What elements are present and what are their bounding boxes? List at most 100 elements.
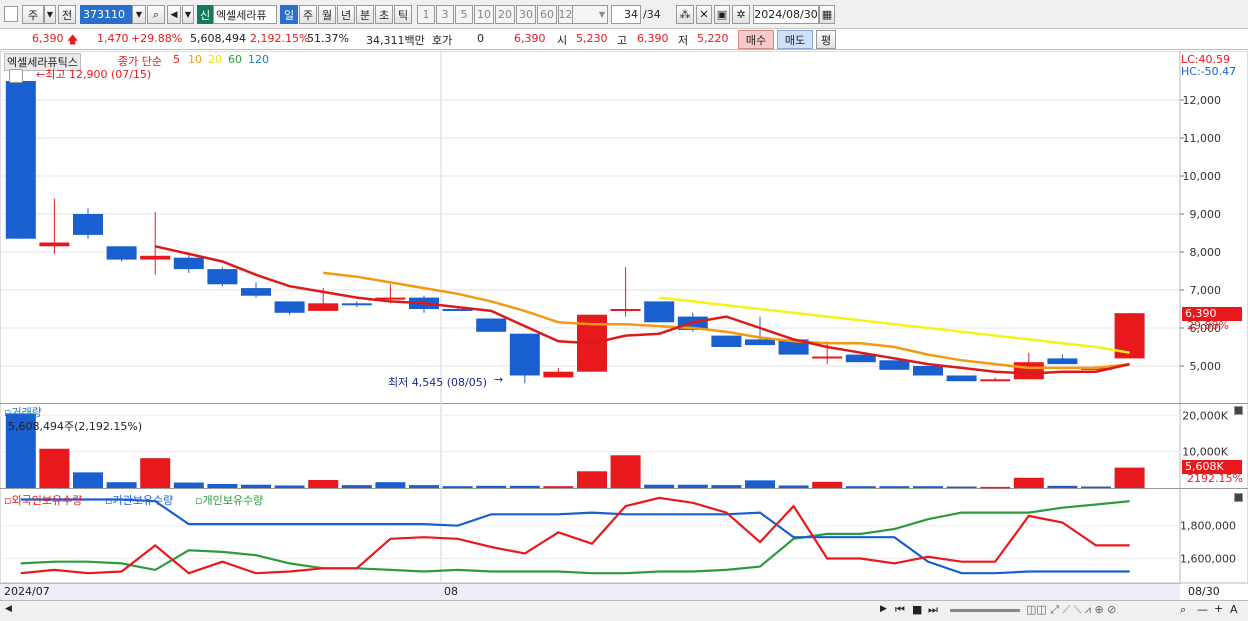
save-icon[interactable]: ▣ [714, 5, 730, 24]
price-tick-label: 11,000 [1183, 132, 1222, 145]
volume-bar [274, 485, 305, 488]
date-input[interactable]: 2024/08/30 [753, 5, 819, 24]
stock-name-field[interactable]: 엑셀세라퓨 [213, 5, 277, 24]
gear-icon[interactable]: ✲ [732, 5, 750, 24]
speaker-icon[interactable]: ◀ [167, 5, 181, 24]
last-icon[interactable]: ⏭ [928, 603, 938, 617]
period-tab[interactable]: 초 [375, 5, 393, 24]
period-tab[interactable]: 주 [299, 5, 317, 24]
first-icon[interactable]: ⏮ [895, 603, 905, 617]
volume-bar [1081, 486, 1111, 489]
x-axis-left: 2024/07 [4, 585, 50, 598]
stop-icon[interactable]: ■ [912, 603, 922, 616]
zoom-slider[interactable] [950, 609, 1020, 612]
volume-bar [879, 486, 910, 488]
zoom-search-icon[interactable]: ⌕ [1180, 603, 1186, 617]
candle-body [543, 371, 574, 378]
interval-tab-label: 3 [441, 8, 449, 21]
count-total: /34 [643, 8, 661, 21]
period-tab[interactable]: 분 [356, 5, 374, 24]
interval-tab-label: 1 [422, 8, 430, 21]
volume-bar [745, 480, 775, 488]
candle-body [509, 333, 540, 376]
volume-bar [980, 486, 1011, 489]
candle-body [1047, 358, 1078, 365]
legend-ma20: 20 [208, 53, 222, 66]
candle-body [913, 366, 943, 376]
candle-body [207, 269, 238, 285]
calendar-icon[interactable]: ▦ [819, 5, 835, 24]
grid-menu-icon[interactable] [9, 69, 23, 83]
period-tab-label: 년 [340, 8, 352, 22]
quote-bar: 6,390 🡅 1,470 +29.88% 5,608,494 2,192.15… [0, 29, 1248, 50]
period-tab[interactable]: 년 [337, 5, 355, 24]
holdings-tick-label: 1,600,000 [1180, 552, 1236, 565]
interval-select[interactable]: ▼ [572, 5, 608, 24]
sell-button[interactable]: 매도 [777, 30, 813, 49]
candle-body [644, 301, 675, 323]
buy-button[interactable]: 매수 [738, 30, 774, 49]
prev-button[interactable]: 전 [58, 5, 76, 24]
candle-body [106, 246, 137, 260]
legend-ma120: 120 [248, 53, 269, 66]
interval-tab[interactable]: 30 [516, 5, 536, 24]
candle-body [173, 257, 204, 270]
new-badge-text: 신 [199, 8, 211, 22]
price-tick-label: 12,000 [1183, 94, 1222, 107]
close-volume-panel-icon[interactable] [1234, 406, 1243, 415]
eval-button[interactable]: 평 [816, 30, 836, 49]
layout-icon[interactable] [4, 6, 18, 22]
volume-bar [845, 486, 876, 488]
quote-volume-pct: 2,192.15% [250, 32, 310, 45]
x-axis-right: 08/30 [1188, 585, 1220, 598]
interval-tab-label: 5 [460, 8, 468, 21]
tool-icon[interactable]: ⁂ [676, 5, 694, 24]
volume-bar [677, 484, 708, 488]
period-tab[interactable]: 틱 [394, 5, 412, 24]
stock-code-input[interactable]: 373110 [80, 5, 132, 24]
period-type-select[interactable]: 주 [22, 5, 44, 24]
scroll-right-icon[interactable]: ▶ [880, 604, 887, 614]
interval-tab[interactable]: 20 [495, 5, 515, 24]
low-arrow-icon: → [494, 373, 504, 386]
price-tick-label: 9,000 [1190, 208, 1222, 221]
up-arrow-icon: 🡅 [67, 33, 79, 46]
zoom-out-icon[interactable]: — [1197, 603, 1208, 616]
code-dropdown-icon[interactable]: ▼ [132, 5, 146, 24]
candle-body [39, 242, 70, 247]
low-note: 최저 4,545 (08/05) [388, 376, 488, 389]
interval-tab[interactable]: 10 [474, 5, 494, 24]
drawing-tools-icon[interactable]: ◫◫ ⤢ ⟋ ⟍ ⩘ ⊕ ⊘ [1026, 603, 1116, 617]
legend-ma60: 60 [228, 53, 242, 66]
volume-bar [509, 485, 540, 488]
font-size-icon[interactable]: A [1230, 603, 1238, 616]
volume-tick-label: 20,000K [1182, 409, 1228, 422]
volume-bar [140, 458, 171, 488]
low-value: 5,220 [697, 32, 729, 45]
interval-tab[interactable]: 3 [436, 5, 454, 24]
scroll-left-icon[interactable]: ◀ [5, 604, 12, 614]
chevron-down-icon[interactable]: ▼ [44, 5, 56, 24]
close-holdings-panel-icon[interactable] [1234, 493, 1243, 502]
period-tab[interactable]: 일 [280, 5, 298, 24]
candle-body [980, 379, 1011, 382]
interval-tab[interactable]: 1 [417, 5, 435, 24]
price-tick-label: 5,000 [1190, 360, 1222, 373]
interval-tab-label: 30 [519, 8, 533, 21]
interval-tab[interactable]: 60 [537, 5, 557, 24]
crosshair-icon[interactable]: ✕ [696, 5, 712, 24]
period-tab-label: 틱 [397, 8, 409, 22]
volume-bar [375, 482, 406, 488]
holdings-foreign-legend: ▫외국인보유수량 [4, 494, 83, 507]
interval-tab-label: 10 [477, 8, 491, 21]
stock-code-text: 373110 [83, 8, 125, 21]
list-dropdown-icon[interactable]: ▼ [182, 5, 194, 24]
interval-tab[interactable]: 5 [455, 5, 473, 24]
quote-volume: 5,608,494 [190, 32, 246, 45]
volume-bar [1114, 467, 1145, 488]
count-input[interactable]: 34 [611, 5, 641, 24]
chart-area[interactable]: 5,0006,0007,0008,0009,00010,00011,00012,… [0, 51, 1248, 621]
period-tab[interactable]: 월 [318, 5, 336, 24]
search-icon[interactable]: ⌕ [147, 5, 165, 24]
zoom-in-icon[interactable]: + [1214, 602, 1223, 615]
